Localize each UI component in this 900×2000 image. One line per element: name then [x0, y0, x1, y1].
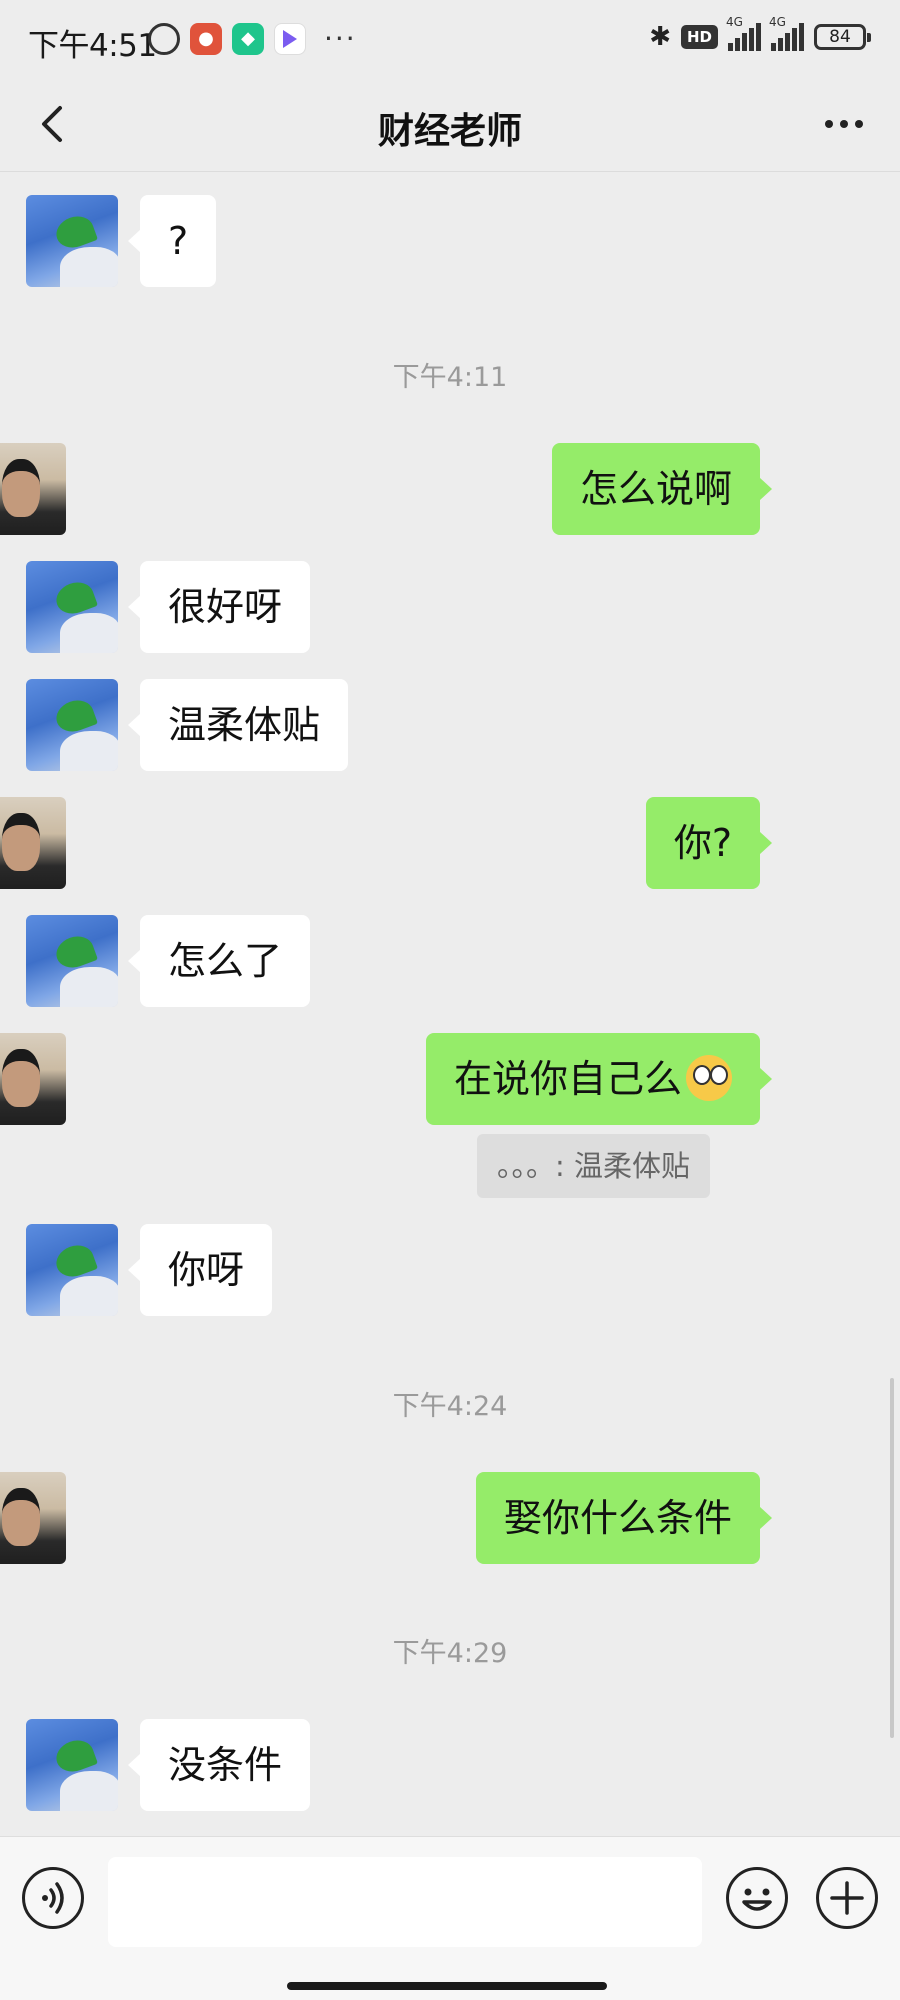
message-row-received: ?	[0, 195, 900, 287]
contact-avatar[interactable]	[26, 195, 118, 287]
quoted-reply[interactable]: 。。。: 温柔体贴	[477, 1134, 710, 1198]
status-right-icons: ✱ HD 4G 4G 84	[649, 15, 871, 52]
more-dot-icon	[840, 120, 848, 128]
input-bar	[0, 1836, 900, 2000]
message-row-sent: 在说你自己么	[0, 1033, 900, 1125]
message-bubble[interactable]: 温柔体贴	[127, 679, 349, 771]
flushed-face-emoji-icon	[686, 1054, 732, 1101]
my-avatar[interactable]	[0, 797, 66, 889]
voice-icon	[42, 1882, 64, 1914]
message-timestamp: 下午4:24	[392, 1391, 508, 1422]
message-bubble[interactable]: 很好呀	[127, 561, 311, 653]
nav-bar: 财经老师	[0, 80, 900, 172]
message-bubble[interactable]: 你?	[645, 797, 773, 889]
message-row-received: 你呀	[0, 1224, 900, 1316]
message-text: 在说你自己么	[453, 1057, 682, 1101]
alarm-icon	[148, 22, 180, 55]
message-bubble[interactable]: 你呀	[127, 1224, 273, 1316]
message-row-received: 温柔体贴	[0, 679, 900, 771]
message-bubble[interactable]: ?	[127, 195, 217, 287]
contact-avatar[interactable]	[26, 915, 118, 1007]
contact-avatar[interactable]	[26, 1224, 118, 1316]
home-indicator[interactable]	[287, 1982, 607, 1990]
message-bubble[interactable]: 在说你自己么	[425, 1033, 773, 1125]
message-row-received: 怎么了	[0, 915, 900, 1007]
message-bubble[interactable]: 没条件	[127, 1719, 311, 1811]
status-bar: 下午4:51 ● ◆ ··· ✱ HD 4G 4G 84	[0, 0, 900, 80]
more-dot-icon	[825, 120, 833, 128]
chat-title: 财经老师	[377, 111, 522, 152]
play-app-icon	[274, 22, 306, 55]
message-row-sent: 娶你什么条件	[0, 1472, 900, 1564]
voice-input-button[interactable]	[22, 1867, 84, 1929]
my-avatar[interactable]	[0, 443, 66, 535]
hd-voice-icon: HD	[680, 25, 718, 49]
music-app-icon: ●	[190, 22, 222, 55]
message-row-received: 没条件	[0, 1719, 900, 1811]
message-bubble[interactable]: 怎么了	[127, 915, 311, 1007]
more-dot-icon	[855, 120, 863, 128]
message-row-sent: 怎么说啊	[0, 443, 900, 535]
contact-avatar[interactable]	[26, 679, 118, 771]
smiley-icon	[742, 1888, 772, 1911]
shield-app-icon: ◆	[232, 22, 264, 55]
more-functions-button[interactable]	[816, 1867, 878, 1929]
message-bubble[interactable]: 娶你什么条件	[475, 1472, 773, 1564]
message-timestamp: 下午4:11	[392, 362, 508, 393]
my-avatar[interactable]	[0, 1033, 66, 1125]
chat-area[interactable]: ? 下午4:11 怎么说啊 很好呀 温柔体贴 你? 怎么了 在说你自己么 。。。…	[0, 173, 900, 1835]
signal-icon-2: 4G	[769, 15, 804, 51]
signal-icon-1: 4G	[726, 15, 761, 51]
status-left-icons: ● ◆ ···	[148, 22, 357, 55]
battery-icon: 84	[814, 24, 871, 50]
emoji-button[interactable]	[726, 1867, 788, 1929]
message-bubble[interactable]: 怎么说啊	[551, 443, 773, 535]
status-time: 下午4:51	[28, 28, 157, 64]
contact-avatar[interactable]	[26, 1719, 118, 1811]
message-input[interactable]	[108, 1857, 702, 1947]
contact-avatar[interactable]	[26, 561, 118, 653]
chat-scrollbar[interactable]	[890, 1378, 894, 1738]
my-avatar[interactable]	[0, 1472, 66, 1564]
more-notifications-icon: ···	[324, 22, 357, 55]
message-row-received: 很好呀	[0, 561, 900, 653]
message-timestamp: 下午4:29	[392, 1638, 508, 1669]
more-options-button[interactable]	[816, 100, 872, 148]
message-row-sent: 你?	[0, 797, 900, 889]
plus-icon	[830, 1881, 864, 1915]
bluetooth-icon: ✱	[649, 22, 671, 52]
